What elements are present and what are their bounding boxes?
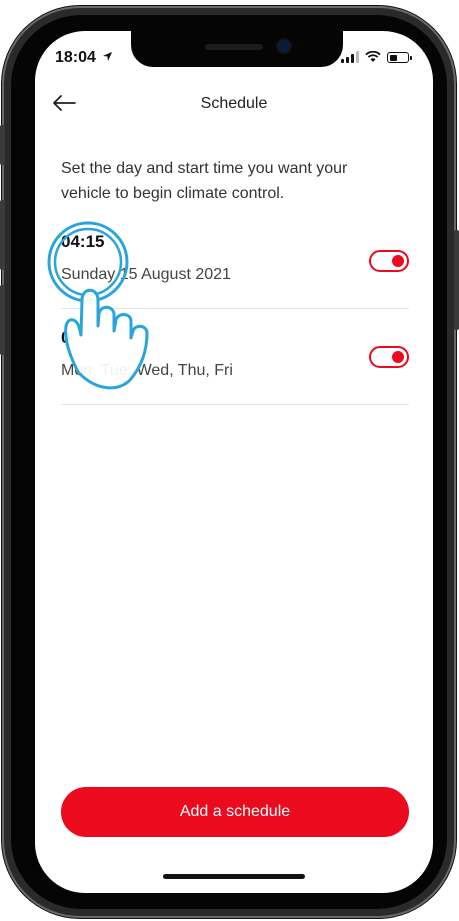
schedule-toggle[interactable] — [369, 250, 409, 272]
battery-level-fill — [389, 54, 397, 61]
toggle-knob — [392, 255, 404, 267]
app-screen: 18:04 Schedule Set the day and start tim… — [35, 31, 433, 893]
status-bar-time: 18:04 — [55, 49, 113, 67]
status-icons — [341, 51, 412, 63]
toggle-knob — [392, 351, 404, 363]
description-text: Set the day and start time you want your… — [61, 160, 348, 202]
header: Schedule — [35, 89, 433, 119]
location-arrow-icon — [103, 51, 113, 62]
side-button-volume-down — [0, 285, 5, 355]
row-divider — [61, 404, 409, 405]
schedule-row[interactable]: 0 Mon, Tue, Wed, Thu, Fri — [61, 328, 409, 380]
side-button-volume-up — [0, 200, 5, 270]
notch — [131, 31, 343, 67]
schedule-time: 0 — [61, 328, 71, 347]
wifi-icon — [365, 51, 381, 62]
row-divider — [61, 308, 409, 309]
speaker-grille — [205, 44, 263, 50]
cellular-signal-icon — [341, 51, 359, 63]
page-title: Schedule — [200, 95, 268, 112]
schedule-row[interactable]: 04:15 Sunday 15 August 2021 — [61, 232, 409, 284]
side-button-silent — [0, 125, 5, 165]
schedule-time: 04:15 — [61, 232, 105, 251]
front-camera — [278, 40, 290, 52]
schedule-days: Sunday 15 August 2021 — [61, 266, 231, 283]
battery-icon — [387, 52, 412, 63]
add-schedule-button[interactable]: Add a schedule — [61, 787, 409, 837]
schedule-toggle[interactable] — [369, 346, 409, 368]
side-button-power — [454, 230, 459, 330]
schedule-days: Mon, Tue, Wed, Thu, Fri — [61, 362, 233, 379]
home-indicator — [163, 874, 305, 879]
